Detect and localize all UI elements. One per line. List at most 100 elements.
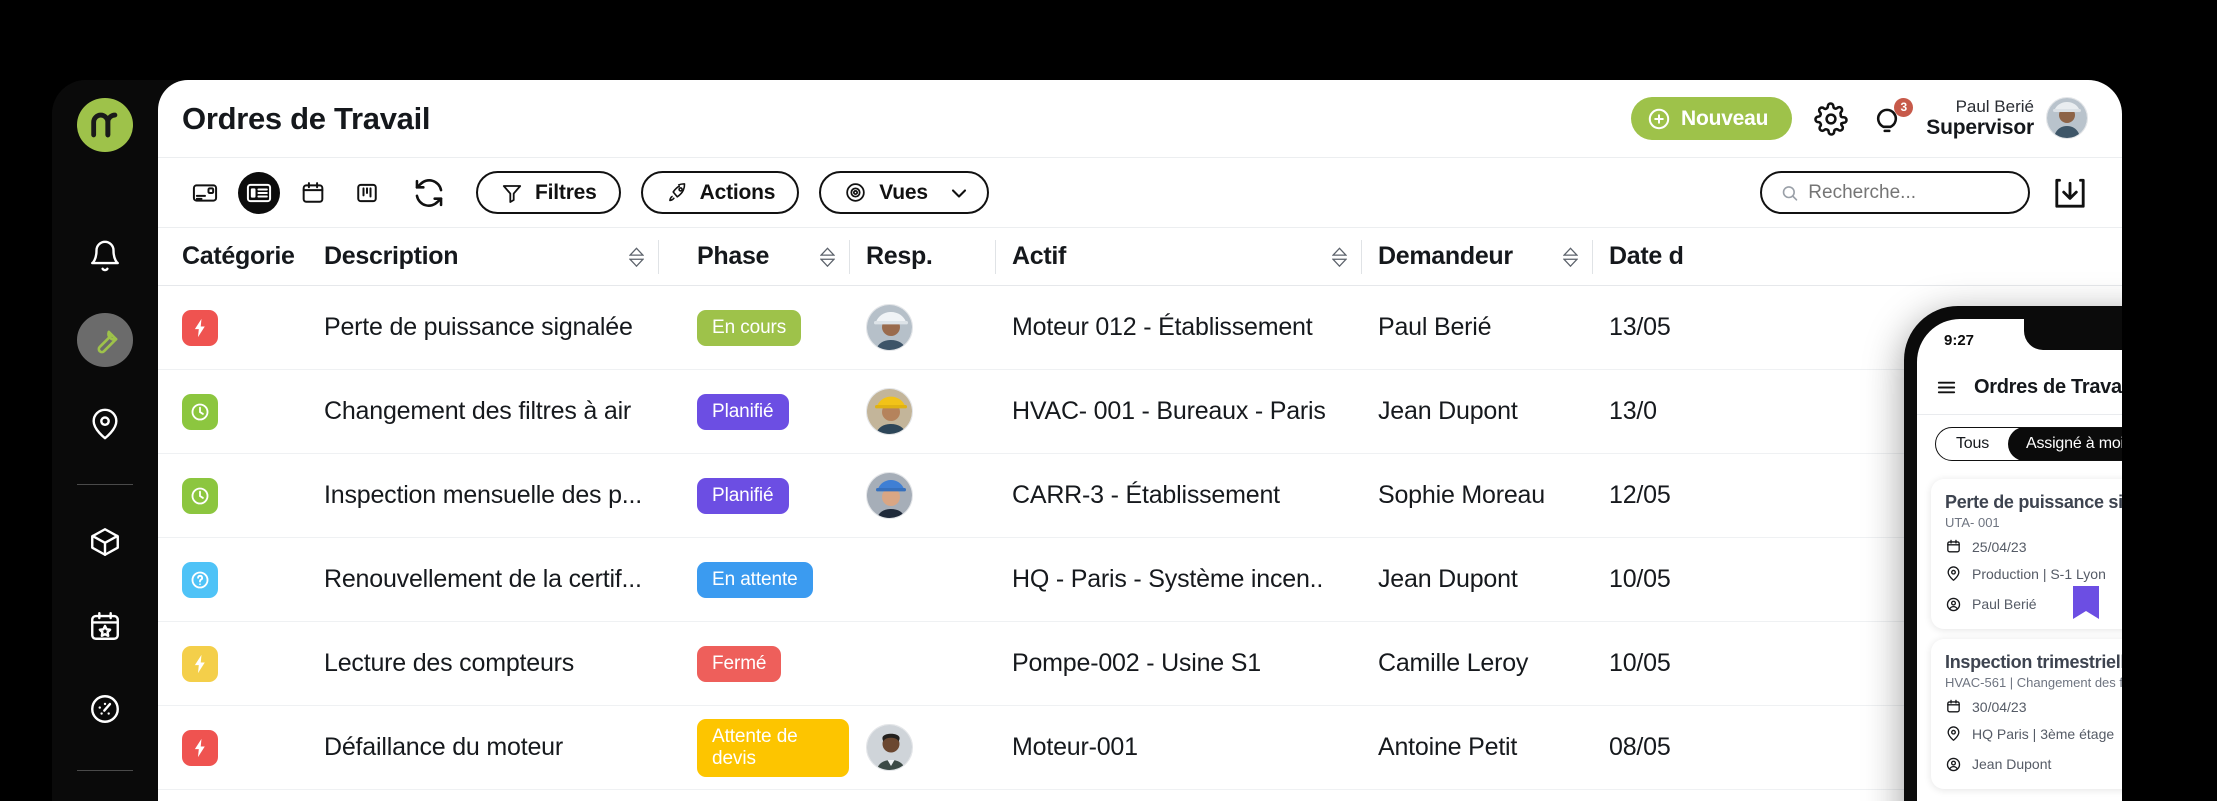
question-icon [182, 561, 218, 598]
phone-segment-assigned[interactable]: Assigné à moi [2008, 428, 2122, 460]
export-button[interactable] [2052, 175, 2088, 211]
column-header-resp[interactable]: Resp. [850, 228, 995, 285]
cell-resp [850, 304, 995, 351]
sort-toggle-description[interactable] [629, 246, 658, 267]
chevron-up-icon [1563, 246, 1578, 256]
sidebar-item-work-orders[interactable] [77, 313, 133, 367]
sort-toggle-phase[interactable] [820, 246, 849, 267]
sort-toggle-demandeur[interactable] [1563, 246, 1592, 267]
map-pin-icon [92, 408, 118, 439]
app-logo[interactable] [77, 98, 133, 152]
cell-categorie [158, 729, 308, 766]
search-box[interactable] [1760, 171, 2030, 214]
phone-work-order-card[interactable]: Perte de puissance signalée UTA- 001 25/… [1931, 479, 2122, 629]
actions-label: Actions [699, 180, 776, 204]
list-icon [246, 183, 272, 202]
new-button[interactable]: Nouveau [1630, 97, 1793, 140]
cell-categorie [158, 393, 308, 430]
cell-resp [850, 724, 995, 771]
table-row[interactable]: Perte de puissance signalée En cours Mot… [158, 286, 2122, 370]
cell-actif: Moteur-001 [1012, 733, 1138, 761]
table-row[interactable]: Défaillance du moteur Attente de devis M… [158, 706, 2122, 790]
user-names: Paul Berié Supervisor [1926, 97, 2034, 140]
cell-demandeur: Jean Dupont [1378, 565, 1518, 593]
phone-title: Ordres de Travail [1974, 376, 2122, 398]
avatar[interactable] [866, 724, 913, 771]
cell-description: Renouvellement de la certif... [324, 565, 642, 593]
column-header-categorie[interactable]: Catégorie [158, 228, 308, 285]
sidebar-item-assets[interactable] [77, 515, 133, 569]
user-avatar[interactable] [2046, 97, 2088, 140]
cell-actif: Pompe-002 - Usine S1 [1012, 649, 1261, 677]
status-badge: En attente [697, 561, 813, 598]
table-row[interactable]: Lecture des compteurs Fermé Pompe-002 - … [158, 622, 2122, 706]
phone-card-head: Perte de puissance signalée UTA- 001 [1945, 492, 2122, 530]
phone-menu-button[interactable] [1935, 376, 1958, 399]
cell-phase: Fermé [659, 645, 849, 682]
cell-phase: Planifié [659, 393, 849, 430]
clock-icon [182, 477, 218, 514]
avatar[interactable] [866, 388, 913, 435]
status-badge: Attente de devis [697, 718, 849, 777]
worker-blue-helmet-avatar [867, 473, 912, 518]
table-row[interactable]: Renouvellement de la certif... En attent… [158, 538, 2122, 622]
column-header-date[interactable]: Date d [1593, 228, 2122, 285]
phone-card-person-line: Paul Berié En cours [1945, 586, 2122, 619]
phone-card-date: 25/04/23 [1972, 538, 2027, 555]
phone-card-list: Perte de puissance signalée UTA- 001 25/… [1917, 479, 2122, 789]
hamburger-icon [1937, 381, 1956, 394]
table-row[interactable]: Changement des filtres à air Planifié HV… [158, 370, 2122, 454]
avatar[interactable] [866, 304, 913, 351]
phone-card-head: Inspection trimestrielle HVAC-561 | Chan… [1945, 652, 2122, 690]
view-toggle-list[interactable] [238, 171, 280, 214]
bookmark-icon[interactable] [2073, 586, 2099, 625]
avatar[interactable] [866, 472, 913, 519]
tips-button[interactable]: 3 [1870, 97, 1914, 136]
phone-work-order-card[interactable]: Inspection trimestrielle HVAC-561 | Chan… [1931, 639, 2122, 789]
refresh-button[interactable] [408, 172, 450, 214]
sidebar-item-locations[interactable] [77, 397, 133, 451]
column-header-demandeur[interactable]: Demandeur [1362, 228, 1592, 285]
cell-demandeur: Jean Dupont [1378, 397, 1518, 425]
status-badge: Fermé [697, 645, 782, 682]
cell-description: Changement des filtres à air [324, 397, 632, 425]
table-row[interactable]: Inspection mensuelle des p... Planifié C… [158, 454, 2122, 538]
cell-categorie [158, 477, 308, 514]
sort-toggle-actif[interactable] [1332, 246, 1361, 267]
cell-categorie [158, 561, 308, 598]
search-input[interactable] [1808, 181, 2010, 204]
phone-segment-tous[interactable]: Tous [1936, 428, 2009, 460]
cell-resp [850, 472, 995, 519]
table-header-row: Catégorie Description Phase Resp. Actif … [158, 228, 2122, 286]
page-title: Ordres de Travail [182, 100, 431, 136]
phone-card-title: Perte de puissance signalée [1945, 492, 2122, 512]
status-badge: Planifié [697, 477, 789, 514]
user-circle-icon [1946, 757, 1961, 771]
user-circle-icon [1946, 597, 1961, 611]
sidebar-item-notifications[interactable] [77, 230, 133, 284]
cell-actif: Moteur 012 - Établissement [1012, 313, 1313, 341]
settings-button[interactable] [1814, 101, 1848, 136]
phone-card-location-line: HQ Paris | 3ème étage ID 01235 [1945, 723, 2122, 744]
phone-card-date-line: 30/04/23 [1945, 698, 2122, 715]
column-header-phase[interactable]: Phase [659, 228, 849, 285]
sidebar-divider [77, 484, 133, 486]
sidebar-item-dashboard[interactable] [77, 682, 133, 736]
filters-button[interactable]: Filtres [476, 171, 621, 214]
cell-demandeur: Camille Leroy [1378, 649, 1529, 677]
sidebar-item-schedule[interactable] [77, 599, 133, 653]
question-icon [191, 571, 209, 588]
bell-icon [91, 241, 119, 272]
views-button[interactable]: Vues [819, 171, 990, 214]
view-toggle-kanban[interactable] [346, 172, 388, 214]
user-menu[interactable]: Paul Berié Supervisor [1926, 97, 2088, 140]
view-toggle-card[interactable] [184, 172, 226, 214]
column-header-description[interactable]: Description [308, 228, 658, 285]
column-header-actif[interactable]: Actif [996, 228, 1361, 285]
view-toggle-calendar[interactable] [292, 172, 334, 214]
column-header-demandeur-label: Demandeur [1378, 242, 1513, 270]
calendar-icon [302, 181, 324, 203]
actions-button[interactable]: Actions [640, 171, 800, 214]
cell-phase: En attente [659, 561, 849, 598]
chevron-up-icon [629, 246, 644, 256]
